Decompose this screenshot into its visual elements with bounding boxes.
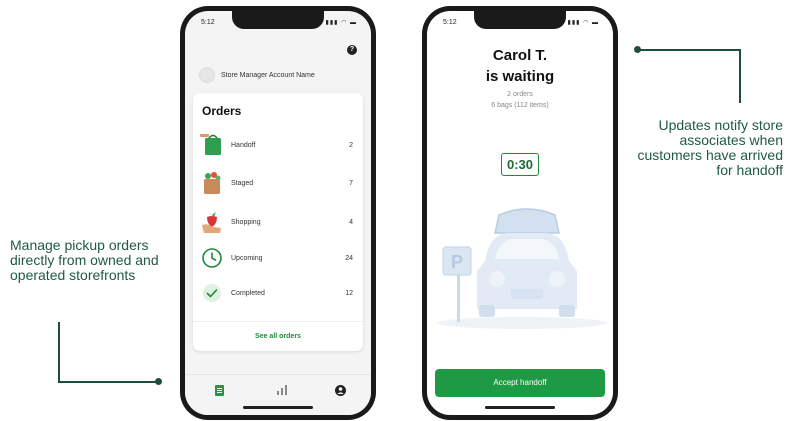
order-row-upcoming[interactable]: Upcoming 24 [199,246,353,270]
order-row-staged[interactable]: Staged 7 [199,171,353,195]
status-icons: ▮▮▮ ◠ ▬ [325,20,357,26]
callout-line-right-horizontal [638,49,740,51]
order-count: 4 [349,218,353,226]
status-icons: ▮▮▮ ◠ ▬ [567,20,599,26]
bags-count: 6 bags (112 items) [491,102,549,109]
order-label: Shopping [231,218,261,226]
wait-timer: 0:30 [500,153,540,176]
callout-dot-left [155,378,162,385]
order-count: 2 [349,141,353,149]
car-windshield [495,239,559,259]
order-row-shopping[interactable]: Shopping 4 [199,210,353,234]
clock-icon [199,245,225,271]
profile-tab-icon[interactable] [335,385,346,399]
parking-sign-letter: P [451,252,463,272]
account-row[interactable]: Store Manager Account Name [199,67,315,83]
phone-customer-waiting-screen: 5:12 ▮▮▮ ◠ ▬ Carol T. is waiting 2 order… [422,6,618,420]
customer-waiting-title: Carol T. is waiting [427,45,613,87]
home-indicator [243,406,313,409]
status-time: 5:12 [201,19,215,26]
order-row-completed[interactable]: Completed 12 [199,281,353,305]
callout-manage-orders: Manage pickup orders directly from owned… [10,237,159,283]
hand-strawberry-icon [199,209,225,235]
callout-line-left-horizontal [58,381,158,383]
orders-screen: 5:12 ▮▮▮ ◠ ▬ ? Store Manager Account Nam… [185,11,371,415]
order-count: 24 [345,254,353,262]
status-time: 5:12 [443,19,457,26]
order-label: Handoff [231,141,256,149]
phone-orders-screen: 5:12 ▮▮▮ ◠ ▬ ? Store Manager Account Nam… [180,6,376,420]
orders-card: Orders Handoff 2 Staged 7 Shopping 4 Upc… [193,93,363,351]
help-icon[interactable]: ? [347,45,357,55]
phone-notch [474,11,566,29]
orders-count: 2 orders [507,91,533,98]
account-name: Store Manager Account Name [221,71,315,79]
avatar [199,67,215,83]
car-roof-box [494,208,560,234]
car-parking-illustration: P [427,201,613,341]
accept-handoff-button[interactable]: Accept handoff [435,369,605,397]
orders-title: Orders [202,104,242,118]
customer-waiting-screen: 5:12 ▮▮▮ ◠ ▬ Carol T. is waiting 2 order… [427,11,613,415]
customer-name: Carol T. [492,47,548,64]
order-label: Upcoming [231,254,263,262]
callout-line-left-vertical [58,322,60,382]
order-label: Completed [231,289,265,297]
order-row-handoff[interactable]: Handoff 2 [199,133,353,157]
stats-tab-icon[interactable] [277,385,287,398]
checkmark-icon [199,280,225,306]
waiting-status: is waiting [485,68,555,85]
home-indicator [485,406,555,409]
order-label: Staged [231,179,254,187]
callout-notify-associates: Updates notify store associates when cus… [637,117,783,178]
callout-line-right-vertical [739,49,741,103]
order-count: 7 [349,179,353,187]
grocery-bag-handoff-icon [199,132,225,158]
card-divider [193,321,363,322]
phone-notch [232,11,324,29]
see-all-orders-link[interactable]: See all orders [193,333,363,340]
paper-bag-produce-icon [199,170,225,196]
orders-tab-icon[interactable] [215,385,224,399]
order-count: 12 [345,289,353,297]
